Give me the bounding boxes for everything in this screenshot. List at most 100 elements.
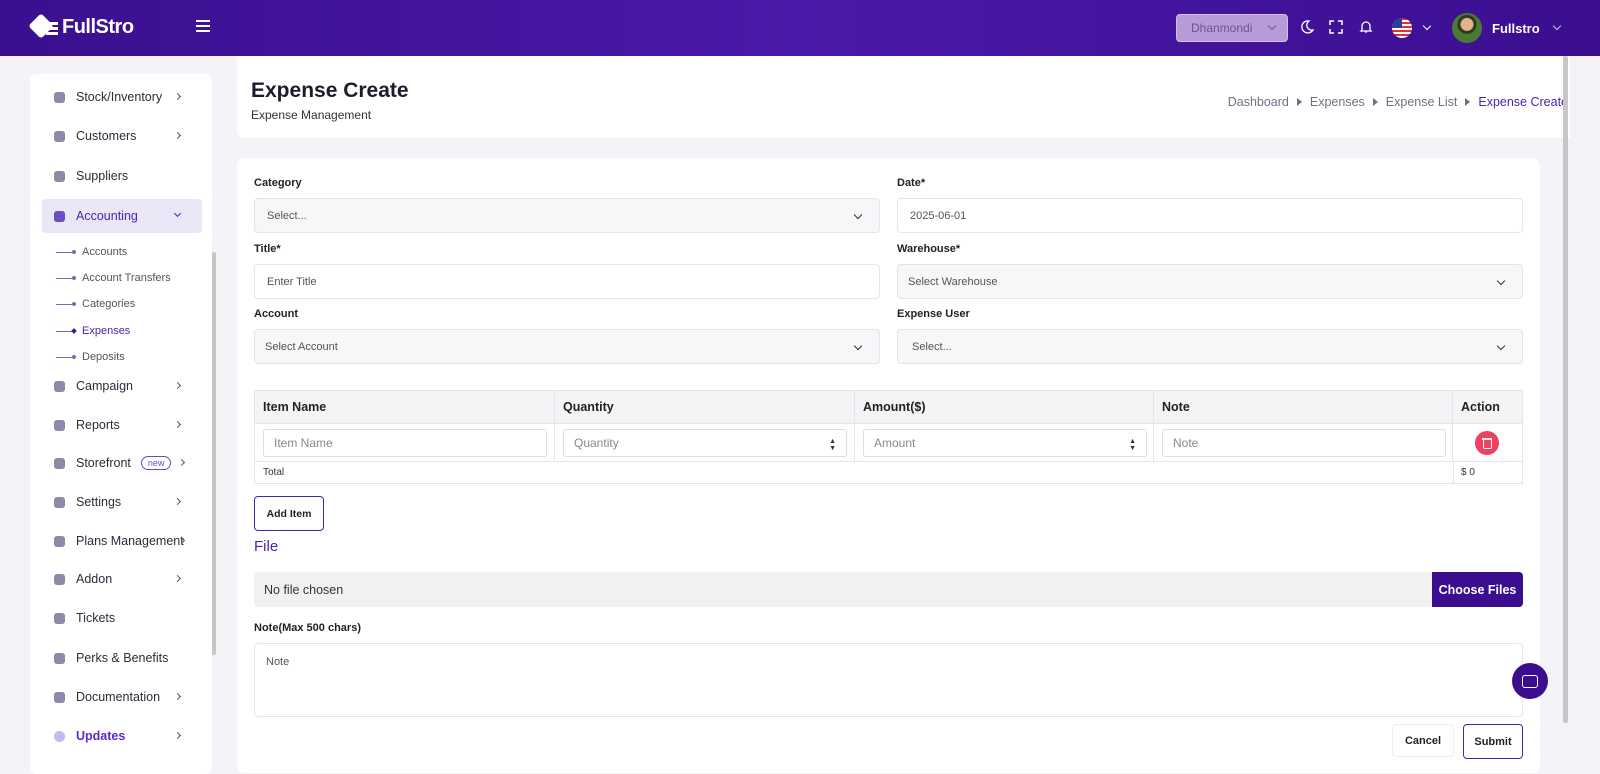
sidebar-scrollbar[interactable] xyxy=(212,252,216,655)
items-table: Item Name Quantity Amount($) Note Action… xyxy=(254,390,1523,484)
total-value: $ 0 xyxy=(1461,467,1475,478)
trash-icon[interactable] xyxy=(1475,431,1499,455)
quantity-stepper[interactable]: Quantity ▲ ▼ xyxy=(563,429,847,457)
spinner-arrows-icon[interactable]: ▲ ▼ xyxy=(1129,438,1136,452)
chevron-right-icon xyxy=(173,92,182,101)
account-select[interactable]: Select Account xyxy=(254,329,880,364)
sidebar-item-reports[interactable]: Reports xyxy=(42,408,202,442)
sidebar-item-customers[interactable]: Customers xyxy=(42,119,202,153)
brand-name: FullStro xyxy=(62,15,134,38)
col-header-amount: Amount($) xyxy=(855,391,1154,423)
date-input[interactable]: 2025-06-01 xyxy=(897,198,1523,233)
breadcrumb-expense-list[interactable]: Expense List xyxy=(1386,95,1458,109)
chevron-down-icon xyxy=(1496,276,1506,286)
warehouse-label: Warehouse* xyxy=(897,243,961,255)
caret-right-icon xyxy=(1296,98,1302,106)
sidebar-item-label: Plans Management xyxy=(76,534,184,548)
sidebar-item-addon[interactable]: Addon xyxy=(42,562,202,596)
title-input[interactable]: Enter Title xyxy=(254,264,880,299)
warehouse-select[interactable]: Select Warehouse xyxy=(897,264,1523,299)
expense-user-select-value: Select... xyxy=(912,340,952,353)
bullet-line-icon xyxy=(56,275,76,280)
chevron-right-icon xyxy=(173,692,182,701)
amount-stepper[interactable]: Amount ▲ ▼ xyxy=(863,429,1147,457)
item-name-input[interactable]: Item Name xyxy=(263,429,547,457)
bell-icon[interactable] xyxy=(1357,18,1375,36)
cancel-button[interactable]: Cancel xyxy=(1392,724,1454,757)
chevron-right-icon xyxy=(173,497,182,506)
chevron-right-icon xyxy=(177,458,186,467)
date-label: Date* xyxy=(897,177,926,189)
note-placeholder: Note xyxy=(266,656,290,668)
note-cell-placeholder: Note xyxy=(1173,436,1199,450)
new-badge: new xyxy=(140,456,172,470)
sidebar-item-storefront[interactable]: Storefront new xyxy=(42,446,202,480)
sidebar-item-accounting[interactable]: Accounting xyxy=(42,199,202,233)
sidebar-item-updates[interactable]: Updates xyxy=(42,719,202,753)
sidebar-item-campaign[interactable]: Campaign xyxy=(42,369,202,403)
sidebar-item-plans-management[interactable]: Plans Management xyxy=(42,524,202,558)
chevron-down-icon xyxy=(853,210,863,220)
sidebar-subitem-expenses[interactable]: Expenses xyxy=(56,321,130,341)
note-textarea[interactable]: Note xyxy=(254,643,1523,717)
choose-files-button[interactable]: Choose Files xyxy=(1432,572,1523,607)
expense-user-select[interactable]: Select... xyxy=(897,329,1523,364)
breadcrumb-dashboard[interactable]: Dashboard xyxy=(1228,95,1289,109)
sidebar-item-label: Settings xyxy=(76,495,122,509)
user-menu-chevron-icon[interactable] xyxy=(1552,21,1562,31)
sidebar-subitem-categories[interactable]: Categories xyxy=(56,294,135,314)
breadcrumb: Dashboard Expenses Expense List Expense … xyxy=(1228,95,1568,109)
moon-icon[interactable] xyxy=(1298,18,1316,36)
sidebar-item-label: Addon xyxy=(76,572,113,586)
add-item-button[interactable]: Add Item xyxy=(254,496,324,531)
sidebar-subitem-account-transfers[interactable]: Account Transfers xyxy=(56,268,171,288)
breadcrumb-current: Expense Create xyxy=(1478,95,1568,109)
table-cell: Item Name xyxy=(255,423,555,461)
sidebar-item-label: Perks & Benefits xyxy=(76,651,169,665)
sidebar-item-tickets[interactable]: Tickets xyxy=(42,601,202,635)
spinner-arrows-icon[interactable]: ▲ ▼ xyxy=(829,438,836,452)
brand-logo[interactable]: FullStro xyxy=(30,14,134,40)
sidebar-item-stock-inventory[interactable]: Stock/Inventory xyxy=(42,80,202,114)
file-input[interactable]: No file chosen xyxy=(254,572,1432,607)
col-header-quantity: Quantity xyxy=(555,391,855,423)
col-header-item-name: Item Name xyxy=(255,391,555,423)
avatar[interactable] xyxy=(1452,13,1482,43)
category-label: Category xyxy=(254,177,302,189)
chat-icon[interactable] xyxy=(1512,663,1548,699)
page-scrollbar[interactable] xyxy=(1563,56,1568,723)
note-cell-input[interactable]: Note xyxy=(1162,429,1446,457)
sidebar-item-settings[interactable]: Settings xyxy=(42,485,202,519)
submit-button[interactable]: Submit xyxy=(1463,724,1523,759)
top-bar: FullStro Dhanmondi Fullstro xyxy=(0,0,1600,56)
date-input-value: 2025-06-01 xyxy=(910,209,967,222)
quantity-placeholder: Quantity xyxy=(574,436,619,450)
chevron-right-icon xyxy=(173,420,182,429)
sidebar-item-suppliers[interactable]: Suppliers xyxy=(42,159,202,193)
subitem-label: Categories xyxy=(82,298,136,310)
menu-icon[interactable] xyxy=(196,20,210,32)
sidebar-item-label: Documentation xyxy=(76,690,161,704)
table-cell: Note xyxy=(1154,423,1453,461)
subitem-label: Account Transfers xyxy=(82,272,171,284)
branch-select[interactable]: Dhanmondi xyxy=(1176,14,1288,42)
chevron-down-icon xyxy=(1267,21,1277,31)
title-input-placeholder: Enter Title xyxy=(267,275,317,288)
sidebar-subitem-accounts[interactable]: Accounts xyxy=(56,242,127,262)
plans-icon xyxy=(54,535,65,547)
storefront-icon xyxy=(54,457,65,469)
sidebar-subitem-deposits[interactable]: Deposits xyxy=(56,347,125,367)
sidebar-item-documentation[interactable]: Documentation xyxy=(42,680,202,714)
chevron-down-icon xyxy=(853,341,863,351)
bullet-line-icon xyxy=(56,249,76,254)
fullscreen-icon[interactable] xyxy=(1327,18,1345,36)
language-chevron-icon[interactable] xyxy=(1422,21,1432,31)
category-select[interactable]: Select... xyxy=(254,198,880,233)
updates-icon xyxy=(54,730,65,742)
sidebar-item-perks-benefits[interactable]: Perks & Benefits xyxy=(42,641,202,675)
branch-select-value: Dhanmondi xyxy=(1191,21,1253,35)
sidebar-item-label: Reports xyxy=(76,418,120,432)
user-name[interactable]: Fullstro xyxy=(1492,21,1540,36)
us-flag-icon[interactable] xyxy=(1392,18,1412,38)
breadcrumb-expenses[interactable]: Expenses xyxy=(1310,95,1365,109)
